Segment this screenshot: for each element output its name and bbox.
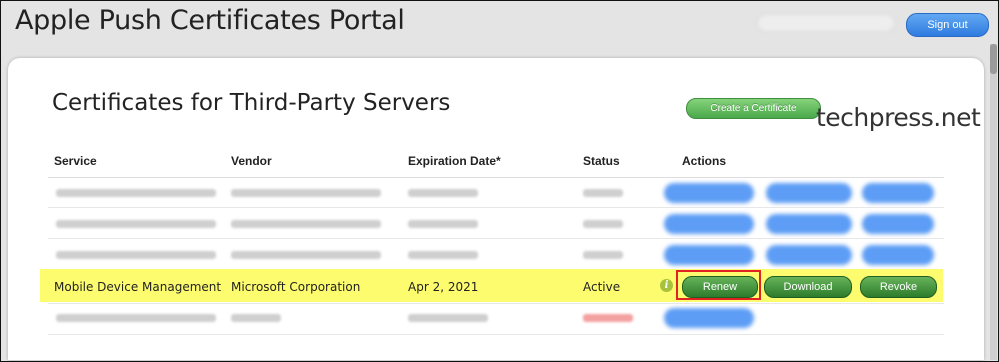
redacted-text [231,189,381,197]
row-divider [48,334,944,335]
redacted-text [408,314,488,322]
renew-highlight-outline [676,270,761,300]
redacted-text [231,220,381,228]
redacted-text [56,314,216,322]
row-status: Active [583,280,621,294]
scrollbar-thumb[interactable] [990,44,997,74]
account-email-pill [756,13,896,33]
redacted-text [583,189,623,197]
sign-out-button[interactable]: Sign out [906,13,989,37]
column-header-vendor: Vendor [231,154,272,168]
redacted-text [583,220,623,228]
redacted-text [408,189,478,197]
create-certificate-button[interactable]: Create a Certificate [686,98,821,119]
header-divider [48,177,944,178]
redacted-button[interactable] [664,245,754,265]
redacted-button[interactable] [862,214,934,234]
row-expiration-date: Apr 2, 2021 [408,280,479,294]
download-button[interactable]: Download [764,276,852,298]
redacted-text [408,251,478,259]
redacted-button[interactable] [664,214,754,234]
redacted-button[interactable] [766,245,852,265]
row-vendor: Microsoft Corporation [231,280,361,294]
portal-title: Apple Push Certificates Portal [15,5,405,36]
redacted-button[interactable] [766,183,852,203]
redacted-text [231,251,381,259]
row-divider [48,207,944,208]
redacted-button[interactable] [766,214,852,234]
redacted-text [408,220,478,228]
redacted-text [231,314,281,322]
redacted-button[interactable] [664,183,754,203]
watermark-text: techpress.net [816,103,981,132]
row-divider [48,303,944,304]
redacted-status [583,314,633,322]
redacted-button[interactable] [862,245,934,265]
section-title: Certificates for Third-Party Servers [52,90,451,116]
revoke-button[interactable]: Revoke [860,276,937,298]
row-divider [48,238,944,239]
column-header-service: Service [54,154,97,168]
redacted-text [56,251,216,259]
redacted-text [56,189,216,197]
scrollbar-track[interactable] [990,44,997,360]
column-header-expiration: Expiration Date* [408,154,501,168]
redacted-button[interactable] [664,308,754,328]
column-header-status: Status [583,154,620,168]
row-service: Mobile Device Management [54,280,222,294]
info-icon[interactable]: i [660,279,673,292]
column-header-actions: Actions [682,154,727,168]
redacted-button[interactable] [862,183,934,203]
redacted-text [583,251,623,259]
redacted-text [56,220,216,228]
